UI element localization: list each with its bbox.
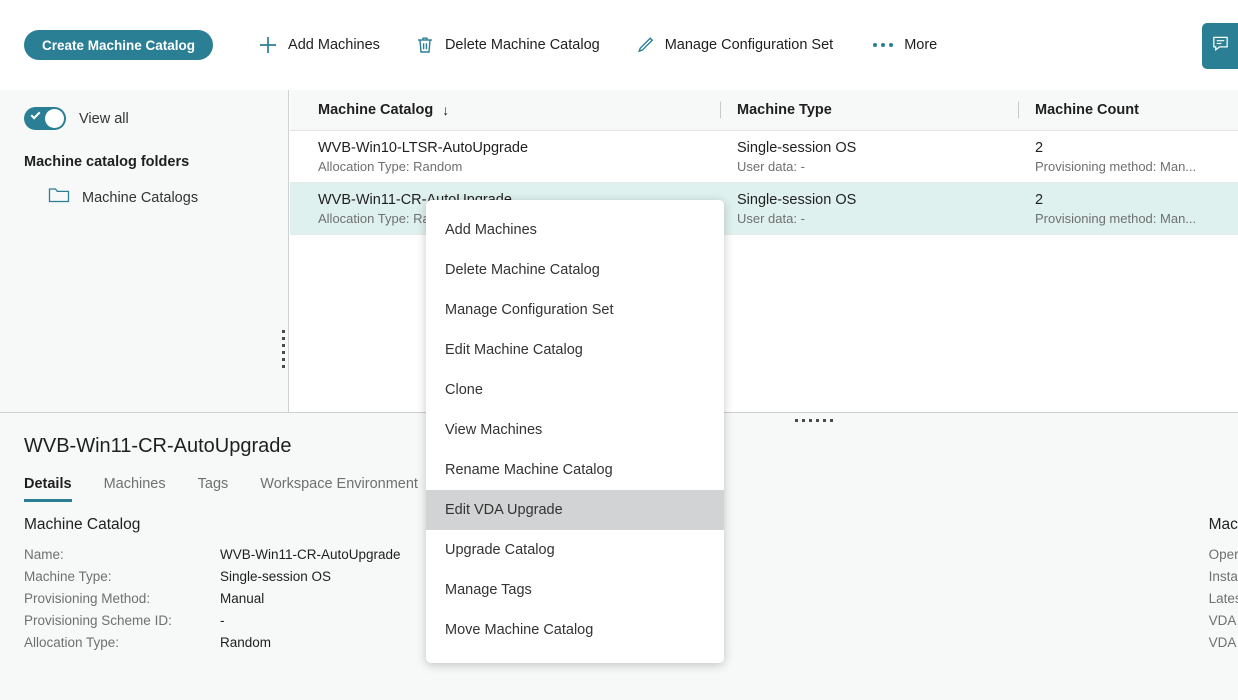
field-latest-vda-version-label: Latest VDA Version:: [1208, 591, 1238, 606]
machine-catalog-section-heading: Machine Catalog: [24, 516, 141, 533]
ellipsis-icon: [873, 43, 895, 47]
view-all-toggle[interactable]: [24, 107, 66, 130]
row-count: 2: [1035, 191, 1044, 208]
toolbar-delete-machine-catalog[interactable]: Delete Machine Catalog: [414, 34, 600, 56]
machine-catalog-section: Machine Catalog Name: WVB-Win11-CR-AutoU…: [0, 516, 401, 657]
field-vda-upgrade-label: VDA Upgrade: ?: [1208, 613, 1238, 628]
view-all-row: View all: [0, 90, 288, 130]
tab-details[interactable]: Details: [24, 476, 72, 502]
field-name-value: WVB-Win11-CR-AutoUpgrade: [220, 547, 401, 562]
sidebar-item-label: Machine Catalogs: [82, 189, 199, 206]
cell-machine-count: 2 Provisioning method: Man...: [1018, 183, 1238, 234]
field-provisioning-scheme-id: Provisioning Scheme ID: -: [24, 613, 401, 628]
context-menu: Add Machines Delete Machine Catalog Mana…: [426, 200, 724, 663]
column-header-machine-type-label: Machine Type: [737, 102, 832, 118]
tab-machines[interactable]: Machines: [104, 476, 166, 502]
machine-catalog-page: Create Machine Catalog Add Machines Dele…: [0, 0, 1238, 700]
column-header-machine-catalog-label: Machine Catalog: [318, 102, 434, 118]
vertical-resize-handle[interactable]: [282, 330, 285, 368]
menu-item-rename-machine-catalog[interactable]: Rename Machine Catalog: [426, 450, 724, 490]
toolbar-add-machines[interactable]: Add Machines: [257, 34, 380, 56]
row-count: 2: [1035, 139, 1044, 156]
toggle-knob: [45, 109, 64, 128]
view-all-label: View all: [79, 110, 129, 127]
tab-workspace-environment[interactable]: Workspace Environment: [260, 476, 418, 502]
toolbar-manage-configuration-set-label: Manage Configuration Set: [664, 37, 834, 53]
toolbar-manage-configuration-set[interactable]: Manage Configuration Set: [634, 34, 833, 56]
feedback-button[interactable]: [1202, 23, 1238, 69]
folders-sidebar: View all Machine catalog folders Machine…: [0, 90, 289, 412]
toolbar-delete-machine-catalog-label: Delete Machine Catalog: [444, 37, 600, 53]
menu-item-delete-machine-catalog[interactable]: Delete Machine Catalog: [426, 250, 724, 290]
cell-machine-type: Single-session OS User data: -: [720, 183, 1018, 234]
row-type: Single-session OS: [737, 191, 857, 208]
cell-machine-count: 2 Provisioning method: Man...: [1018, 131, 1238, 182]
field-operating-system: Operating System: Windows 11: [1209, 547, 1238, 562]
field-provisioning-method: Provisioning Method: Manual: [24, 591, 401, 606]
row-provisioning-method: Provisioning method: Man...: [1035, 210, 1197, 226]
menu-item-manage-tags[interactable]: Manage Tags: [426, 570, 724, 610]
table-header-row: Machine Catalog ↓ Machine Type Machine C…: [290, 90, 1238, 131]
column-header-machine-type[interactable]: Machine Type: [720, 102, 1018, 118]
machine-catalog-folders-title: Machine catalog folders: [24, 154, 190, 170]
check-icon: [30, 109, 41, 120]
cell-machine-catalog: WVB-Win10-LTSR-AutoUpgrade Allocation Ty…: [290, 131, 720, 182]
folder-icon: [48, 186, 70, 209]
field-name-label: Name:: [24, 547, 64, 562]
field-provisioning-scheme-id-value: -: [220, 613, 225, 628]
field-provisioning-scheme-id-label: Provisioning Scheme ID:: [24, 613, 172, 628]
menu-item-upgrade-catalog[interactable]: Upgrade Catalog: [426, 530, 724, 570]
field-machine-type-value: Single-session OS: [220, 569, 332, 584]
column-header-machine-count[interactable]: Machine Count: [1018, 102, 1238, 118]
sidebar-item-machine-catalogs[interactable]: Machine Catalogs: [0, 170, 288, 209]
menu-item-add-machines[interactable]: Add Machines: [426, 210, 724, 250]
toolbar-more-label: More: [904, 37, 938, 53]
pencil-icon: [634, 34, 656, 56]
menu-item-view-machines[interactable]: View Machines: [426, 410, 724, 450]
sort-descending-icon: ↓: [442, 102, 450, 118]
field-installed-vda-version-label: Installed VDA Version:: [1208, 569, 1238, 584]
create-machine-catalog-button[interactable]: Create Machine Catalog: [24, 30, 214, 60]
field-operating-system-label: Operating System:: [1208, 547, 1238, 562]
menu-item-edit-vda-upgrade[interactable]: Edit VDA Upgrade: [426, 490, 724, 530]
menu-item-clone[interactable]: Clone: [426, 370, 724, 410]
menu-item-edit-machine-catalog[interactable]: Edit Machine Catalog: [426, 330, 724, 370]
field-provisioning-method-label: Provisioning Method:: [24, 591, 151, 606]
field-vda-upgrade: VDA Upgrade: ? Scheduled: [1209, 613, 1238, 628]
field-vda-upgrade-state: VDA Upgrade State: ? In progress: [1209, 635, 1238, 650]
field-machine-type: Machine Type: Single-session OS: [24, 569, 401, 584]
field-allocation-type-label: Allocation Type:: [24, 635, 120, 650]
row-allocation-type: Allocation Type: Random: [318, 158, 463, 174]
row-name: WVB-Win10-LTSR-AutoUpgrade: [318, 139, 529, 156]
machine-section-heading: Machine: [1208, 516, 1238, 533]
field-provisioning-method-value: Manual: [220, 591, 265, 606]
field-latest-vda-version: Latest VDA Version: 2206.0.0.34062 (CR): [1209, 591, 1238, 606]
trash-icon: [414, 34, 436, 56]
horizontal-resize-handle[interactable]: [795, 419, 833, 422]
field-installed-vda-version: Installed VDA Version: 2203.0.0.33220; 2…: [1209, 569, 1238, 584]
plus-icon: [257, 34, 279, 56]
row-provisioning-method: Provisioning method: Man...: [1035, 158, 1197, 174]
toolbar-add-machines-label: Add Machines: [288, 37, 380, 53]
menu-item-manage-configuration-set[interactable]: Manage Configuration Set: [426, 290, 724, 330]
action-toolbar: Create Machine Catalog Add Machines Dele…: [0, 0, 1238, 90]
row-user-data: User data: -: [737, 210, 805, 226]
row-type: Single-session OS: [737, 139, 857, 156]
feedback-chat-icon: [1211, 34, 1230, 58]
field-allocation-type: Allocation Type: Random: [24, 635, 401, 650]
table-row[interactable]: WVB-Win10-LTSR-AutoUpgrade Allocation Ty…: [290, 131, 1238, 183]
field-vda-upgrade-state-label: VDA Upgrade State: ?: [1208, 635, 1238, 650]
column-header-machine-count-label: Machine Count: [1035, 102, 1139, 118]
column-header-machine-catalog[interactable]: Machine Catalog ↓: [290, 102, 720, 118]
menu-item-move-machine-catalog[interactable]: Move Machine Catalog: [426, 610, 724, 650]
field-machine-type-label: Machine Type:: [24, 569, 112, 584]
cell-machine-type: Single-session OS User data: -: [720, 131, 1018, 182]
tab-tags[interactable]: Tags: [198, 476, 229, 502]
toolbar-more[interactable]: More: [873, 37, 937, 53]
field-allocation-type-value: Random: [220, 635, 272, 650]
field-name: Name: WVB-Win11-CR-AutoUpgrade: [24, 547, 401, 562]
row-user-data: User data: -: [737, 158, 805, 174]
